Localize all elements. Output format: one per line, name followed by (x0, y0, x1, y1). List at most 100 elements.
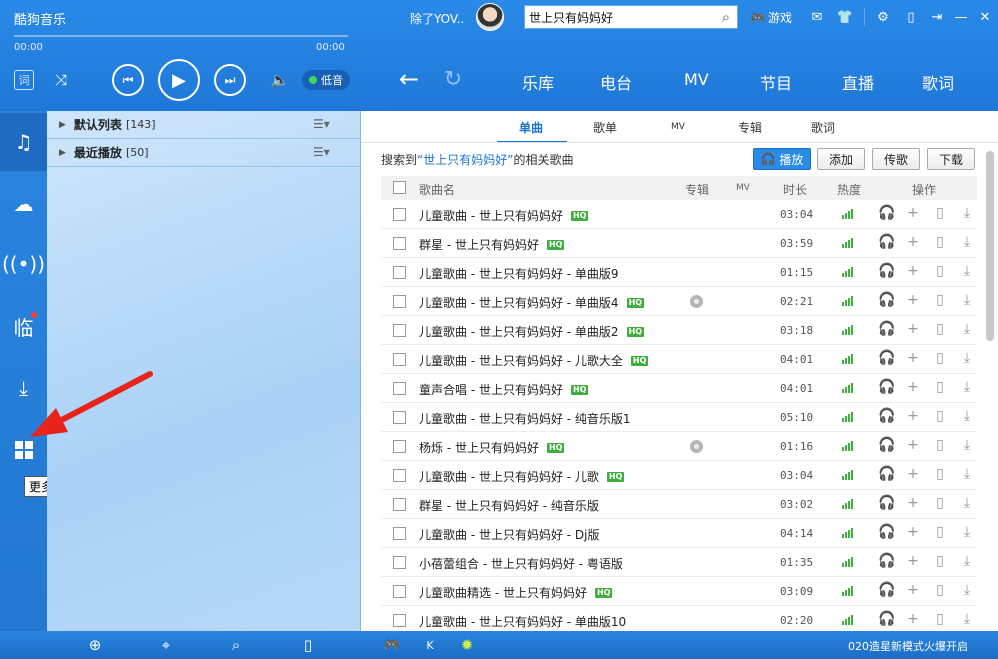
avatar[interactable] (476, 3, 504, 31)
listen-icon[interactable]: 🎧 (878, 205, 895, 221)
download-icon[interactable]: ⤓ (0, 359, 47, 417)
row-checkbox[interactable] (393, 324, 406, 337)
song-title-cell[interactable]: 儿童歌曲 - 世上只有妈妈好 - 纯音乐版1 (419, 410, 631, 427)
temp-list-icon[interactable]: 临 (0, 297, 47, 355)
tab-radio[interactable]: 电台 (600, 70, 632, 94)
volume-icon[interactable]: 🔈 (268, 70, 292, 90)
table-row[interactable]: 儿童歌曲 - 世上只有妈妈好 - 儿歌大全 HQ 04:01 🎧 + ▯ ⤓ (381, 345, 977, 374)
add-icon[interactable]: + (905, 582, 921, 598)
phone-icon[interactable]: ▯ (297, 635, 319, 655)
row-checkbox[interactable] (393, 469, 406, 482)
gear-icon[interactable]: ⚙ (874, 8, 892, 26)
add-icon[interactable]: + (905, 524, 921, 540)
song-title-cell[interactable]: 小蓓蕾组合 - 世上只有妈妈好 - 粤语版 (419, 555, 623, 572)
listen-icon[interactable]: 🎧 (878, 466, 895, 482)
table-row[interactable]: 群星 - 世上只有妈妈好 - 纯音乐版 03:02 🎧 + ▯ ⤓ (381, 490, 977, 519)
send-to-phone-icon[interactable]: ▯ (932, 437, 948, 453)
send-to-phone-icon[interactable]: ▯ (932, 292, 948, 308)
close-icon[interactable]: ✕ (976, 8, 994, 26)
listen-icon[interactable]: 🎧 (878, 292, 895, 308)
listen-icon[interactable]: 🎧 (878, 379, 895, 395)
listen-icon[interactable]: 🎧 (878, 495, 895, 511)
table-row[interactable]: 群星 - 世上只有妈妈好 HQ 03:59 🎧 + ▯ ⤓ (381, 229, 977, 258)
listen-icon[interactable]: 🎧 (878, 408, 895, 424)
listen-icon[interactable]: 🎧 (878, 263, 895, 279)
send-to-phone-icon[interactable]: ▯ (932, 582, 948, 598)
playlist-menu-icon[interactable]: ☰▾ (313, 117, 330, 131)
locate-icon[interactable]: ⌖ (155, 635, 177, 655)
k-song-icon[interactable]: K (419, 635, 441, 655)
play-all-button[interactable]: 🎧 播放 (753, 148, 811, 170)
listen-icon[interactable]: 🎧 (878, 553, 895, 569)
song-title-cell[interactable]: 儿童歌曲 - 世上只有妈妈好 - 单曲版2 HQ (419, 323, 645, 340)
row-checkbox[interactable] (393, 208, 406, 221)
add-icon[interactable]: + (905, 408, 921, 424)
row-checkbox[interactable] (393, 295, 406, 308)
mini-mode-icon[interactable]: ⇥ (928, 8, 946, 26)
download-icon[interactable]: ⤓ (959, 437, 975, 453)
playlist-recent[interactable]: ▶ 最近播放 [50] ☰▾ (47, 139, 360, 167)
expand-arrow-icon[interactable]: ▶ (59, 120, 66, 130)
download-icon[interactable]: ⤓ (959, 466, 975, 482)
row-checkbox[interactable] (393, 411, 406, 424)
download-icon[interactable]: ⤓ (959, 524, 975, 540)
news-ticker[interactable]: 020造星新模式火爆开启 (848, 638, 968, 654)
listen-icon[interactable]: 🎧 (878, 524, 895, 540)
song-title-cell[interactable]: 儿童歌曲 - 世上只有妈妈好 - 儿歌大全 HQ (419, 352, 649, 369)
subtab-albums[interactable]: 专辑 (738, 119, 762, 136)
table-row[interactable]: 童声合唱 - 世上只有妈妈好 HQ 04:01 🎧 + ▯ ⤓ (381, 374, 977, 403)
table-row[interactable]: 儿童歌曲 - 世上只有妈妈好 - 纯音乐版1 05:10 🎧 + ▯ ⤓ (381, 403, 977, 432)
listen-icon[interactable]: 🎧 (878, 350, 895, 366)
table-row[interactable]: 小蓓蕾组合 - 世上只有妈妈好 - 粤语版 01:35 🎧 + ▯ ⤓ (381, 548, 977, 577)
refresh-icon[interactable]: ↻ (440, 66, 466, 92)
subtab-songs[interactable]: 单曲 (519, 119, 543, 136)
game-link[interactable]: 🎮 游戏 (750, 9, 792, 26)
listen-icon[interactable]: 🎧 (878, 437, 895, 453)
song-title-cell[interactable]: 儿童歌曲 - 世上只有妈妈好 - 单曲版4 HQ (419, 294, 645, 311)
download-icon[interactable]: ⤓ (959, 495, 975, 511)
send-to-phone-icon[interactable]: ▯ (932, 466, 948, 482)
table-row[interactable]: 儿童歌曲 - 世上只有妈妈好 - 单曲版2 HQ 03:18 🎧 + ▯ ⤓ (381, 316, 977, 345)
send-to-phone-icon[interactable]: ▯ (932, 524, 948, 540)
download-icon[interactable]: ⤓ (959, 408, 975, 424)
music-note-icon[interactable]: ♫ (0, 113, 47, 171)
send-to-phone-icon[interactable]: ▯ (932, 234, 948, 250)
add-icon[interactable]: + (905, 292, 921, 308)
download-button[interactable]: 下载 (927, 148, 975, 170)
more-grid-icon[interactable] (0, 421, 47, 479)
quality-toggle[interactable]: 低音 (302, 70, 350, 90)
add-icon[interactable]: + (905, 205, 921, 221)
minimize-icon[interactable]: — (952, 8, 970, 26)
row-checkbox[interactable] (393, 614, 406, 627)
row-checkbox[interactable] (393, 498, 406, 511)
table-row[interactable]: 儿童歌曲 - 世上只有妈妈好 - 儿歌 HQ 03:04 🎧 + ▯ ⤓ (381, 461, 977, 490)
subtab-lyrics[interactable]: 歌词 (811, 119, 835, 136)
row-checkbox[interactable] (393, 527, 406, 540)
table-row[interactable]: 儿童歌曲 - 世上只有妈妈好 HQ 03:04 🎧 + ▯ ⤓ (381, 200, 977, 229)
row-checkbox[interactable] (393, 237, 406, 250)
subtab-playlists[interactable]: 歌单 (593, 119, 617, 136)
tab-live[interactable]: 直播 (842, 70, 874, 94)
table-row[interactable]: 儿童歌曲 - 世上只有妈妈好 - Dj版 04:14 🎧 + ▯ ⤓ (381, 519, 977, 548)
sun-icon[interactable]: ✹ (456, 635, 478, 655)
send-to-phone-icon[interactable]: ▯ (932, 321, 948, 337)
expand-arrow-icon[interactable]: ▶ (59, 148, 66, 158)
tab-programs[interactable]: 节目 (760, 70, 792, 94)
song-title-cell[interactable]: 群星 - 世上只有妈妈好 - 纯音乐版 (419, 497, 599, 514)
song-title-cell[interactable]: 儿童歌曲 - 世上只有妈妈好 - 儿歌 HQ (419, 468, 625, 485)
add-button[interactable]: 添加 (817, 148, 865, 170)
song-title-cell[interactable]: 儿童歌曲 - 世上只有妈妈好 - 单曲版10 (419, 613, 626, 630)
search-icon[interactable]: ⌕ (225, 635, 247, 655)
scrollbar[interactable] (986, 151, 994, 341)
listen-icon[interactable]: 🎧 (878, 582, 895, 598)
send-to-phone-icon[interactable]: ▯ (932, 350, 948, 366)
song-title-cell[interactable]: 杨烁 - 世上只有妈妈好 HQ (419, 439, 565, 456)
table-row[interactable]: 儿童歌曲 - 世上只有妈妈好 - 单曲版4 HQ 02:21 🎧 + ▯ ⤓ (381, 287, 977, 316)
user-name[interactable]: 除了YOV.. (410, 10, 464, 27)
download-icon[interactable]: ⤓ (959, 582, 975, 598)
mobile-icon[interactable]: ▯ (902, 8, 920, 26)
tab-lyrics[interactable]: 歌词 (922, 70, 954, 94)
table-row[interactable]: 杨烁 - 世上只有妈妈好 HQ 01:16 🎧 + ▯ ⤓ (381, 432, 977, 461)
playlist-menu-icon[interactable]: ☰▾ (313, 145, 330, 159)
listen-icon[interactable]: 🎧 (878, 321, 895, 337)
